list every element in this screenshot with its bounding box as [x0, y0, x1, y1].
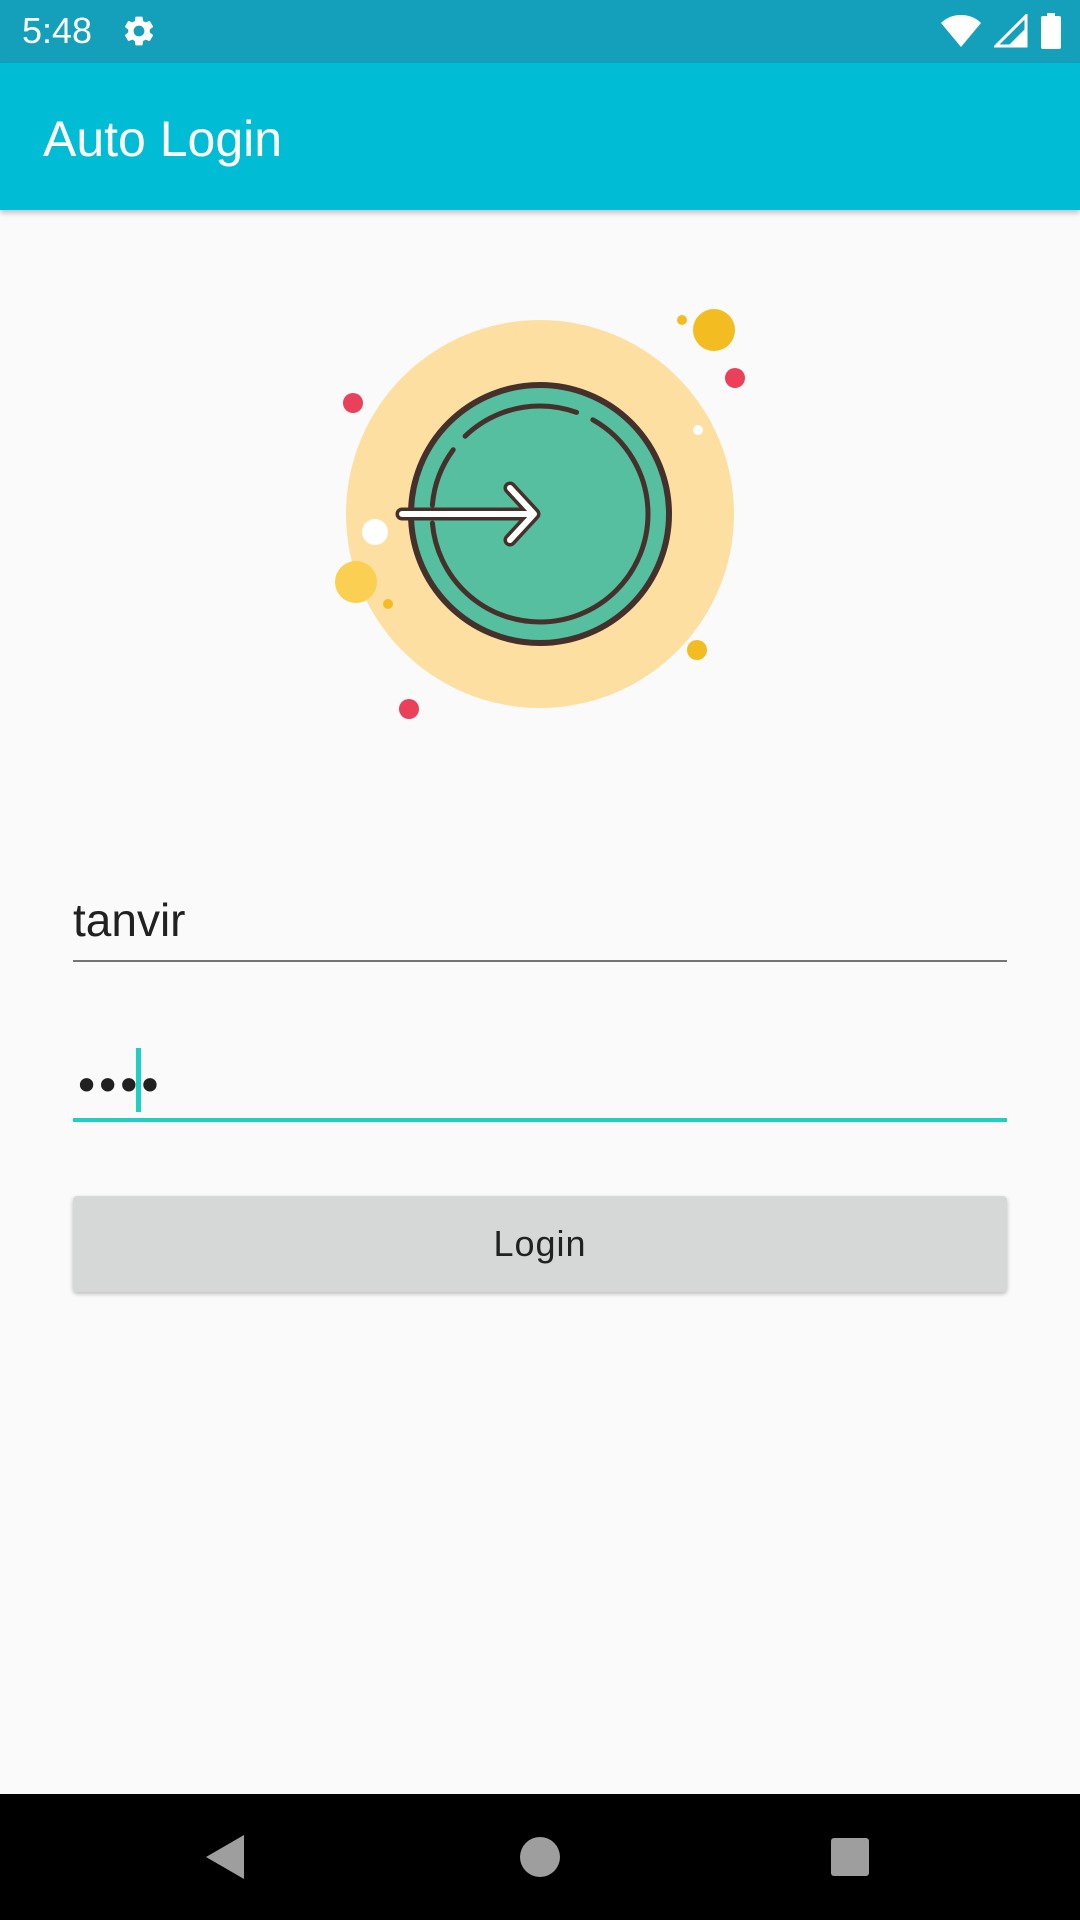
text-cursor [136, 1048, 141, 1112]
back-icon[interactable] [196, 1827, 256, 1887]
app-title: Auto Login [43, 111, 283, 167]
navigation-bar [0, 1794, 1080, 1920]
username-value: tanvir [73, 894, 186, 946]
login-button[interactable]: Login [73, 1196, 1007, 1292]
status-time: 5:48 [22, 10, 93, 51]
password-field[interactable]: •••• [73, 1040, 1007, 1122]
password-masked-value: •••• [73, 1059, 163, 1113]
app-bar: Auto Login [0, 63, 1080, 210]
login-arrow-icon [335, 309, 745, 719]
username-field[interactable]: tanvir [73, 880, 1007, 962]
home-icon[interactable] [510, 1827, 570, 1887]
status-icons [940, 12, 1062, 50]
settings-gear-icon [124, 16, 154, 46]
wifi-icon [941, 15, 981, 47]
cellular-signal-icon [994, 14, 1028, 48]
battery-icon [1041, 13, 1061, 49]
recents-icon[interactable] [820, 1827, 880, 1887]
status-bar: 5:48 [0, 0, 1080, 63]
